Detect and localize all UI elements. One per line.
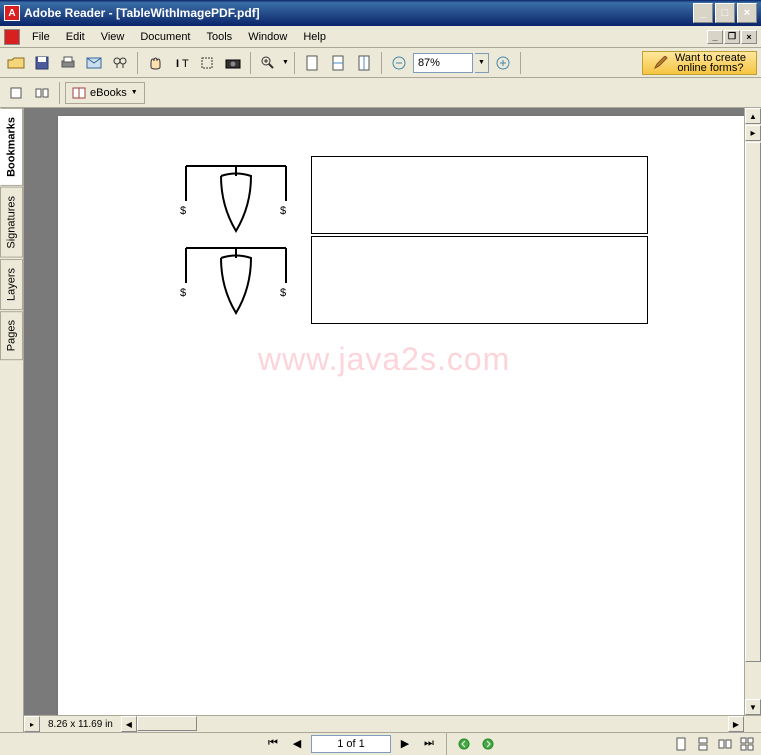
ebooks-icon [72,87,86,99]
toolbar-separator [381,52,382,74]
svg-text:$: $ [280,205,286,217]
page-view-button[interactable] [4,81,28,105]
toolbar-separator [520,52,521,74]
navigation-panel: Bookmarks Signatures Layers Pages [0,108,24,732]
nav-back-button[interactable] [454,735,474,753]
zoom-dropdown[interactable]: ▼ [475,53,489,73]
toolbar-separator [137,52,138,74]
menu-window[interactable]: Window [240,29,295,45]
horizontal-scrollbar[interactable]: ◀ ▶ [121,716,744,732]
statusbar: ⏮ ◀ 1 of 1 ▶ ⏭ [0,732,761,754]
search-button[interactable] [108,51,132,75]
save-button[interactable] [30,51,54,75]
svg-text:$: $ [280,287,286,299]
scroll-thumb[interactable] [745,142,761,662]
print-button[interactable] [56,51,80,75]
menubar: File Edit View Document Tools Window Hel… [0,26,761,48]
table-image-1: $ $ [176,156,296,236]
zoom-dropdown-arrow[interactable]: ▼ [282,59,289,66]
maximize-button[interactable]: □ [715,3,735,23]
page-number-input[interactable]: 1 of 1 [311,735,391,753]
facing-view-button[interactable] [715,735,735,753]
statusbar-separator [446,733,447,755]
toolbar-separator [250,52,251,74]
minimize-button[interactable]: _ [693,3,713,23]
snapshot-button[interactable] [221,51,245,75]
toolbar-separator [59,82,60,104]
window-titlebar: A Adobe Reader - [TableWithImagePDF.pdf]… [0,0,761,26]
next-page-button[interactable]: ▶ [395,735,415,753]
svg-text:$: $ [180,287,186,299]
vertical-scrollbar[interactable]: ▲ ▸ ▼ [744,108,761,715]
email-button[interactable] [82,51,106,75]
mdi-restore-button[interactable]: ❐ [724,30,740,44]
zoom-out-button[interactable] [387,51,411,75]
watermark-text: www.java2s.com [258,341,510,378]
first-page-button[interactable]: ⏮ [263,735,283,753]
scroll-corner [744,716,761,732]
svg-text:I: I [176,58,179,70]
ebooks-button[interactable]: eBooks ▼ [65,82,145,104]
open-button[interactable] [4,51,28,75]
scroll-right-button[interactable]: ▶ [728,716,744,732]
table-cell-2 [311,236,648,324]
scroll-down-button[interactable]: ▼ [745,699,761,715]
hscroll-thumb[interactable] [137,716,197,731]
mdi-minimize-button[interactable]: _ [707,30,723,44]
zoom-in-button[interactable] [256,51,280,75]
hscroll-menu-button[interactable]: ▸ [24,716,40,732]
zoom-input[interactable]: 87% [413,53,473,73]
pencil-icon [653,56,669,70]
scroll-up-button[interactable]: ▲ [745,108,761,124]
svg-text:T: T [182,58,189,70]
continuous-view-button[interactable] [693,735,713,753]
document-view-button[interactable] [30,81,54,105]
signatures-tab[interactable]: Signatures [0,187,23,258]
document-area: www.java2s.com $ $ [24,108,761,732]
app-icon: A [4,5,20,21]
menu-edit[interactable]: Edit [58,29,93,45]
main-toolbar: IT ▼ 87% ▼ Want to createonline forms? [0,48,761,78]
nav-forward-button[interactable] [478,735,498,753]
pdf-page: www.java2s.com $ $ [58,116,750,715]
layers-tab[interactable]: Layers [0,259,23,310]
scroll-menu-button[interactable]: ▸ [745,125,761,141]
document-view[interactable]: www.java2s.com $ $ [24,108,761,715]
toolbar-separator [294,52,295,74]
svg-text:$: $ [180,205,186,217]
menu-help[interactable]: Help [295,29,334,45]
main-area: Bookmarks Signatures Layers Pages www.ja… [0,108,761,732]
pages-tab[interactable]: Pages [0,311,23,360]
text-select-button[interactable]: IT [169,51,193,75]
scroll-left-button[interactable]: ◀ [121,716,137,732]
mdi-close-button[interactable]: × [741,30,757,44]
zoom-in-plus-button[interactable] [491,51,515,75]
window-title: Adobe Reader - [TableWithImagePDF.pdf] [24,6,693,20]
create-forms-button[interactable]: Want to createonline forms? [642,51,757,75]
actual-size-button[interactable] [300,51,324,75]
secondary-toolbar: eBooks ▼ [0,78,761,108]
menu-tools[interactable]: Tools [199,29,241,45]
page-dimensions: 8.26 x 11.69 in [40,719,121,730]
fit-page-button[interactable] [326,51,350,75]
table-cell-1 [311,156,648,234]
table-image-2: $ $ [176,238,296,318]
single-page-view-button[interactable] [671,735,691,753]
horizontal-status: ▸ 8.26 x 11.69 in ◀ ▶ [24,715,761,732]
prev-page-button[interactable]: ◀ [287,735,307,753]
document-icon [4,29,20,45]
menu-view[interactable]: View [93,29,133,45]
continuous-facing-view-button[interactable] [737,735,757,753]
bookmarks-tab[interactable]: Bookmarks [0,108,23,186]
menu-file[interactable]: File [24,29,58,45]
select-button[interactable] [195,51,219,75]
menu-document[interactable]: Document [132,29,198,45]
fit-width-button[interactable] [352,51,376,75]
last-page-button[interactable]: ⏭ [419,735,439,753]
close-button[interactable]: × [737,3,757,23]
hand-tool-button[interactable] [143,51,167,75]
